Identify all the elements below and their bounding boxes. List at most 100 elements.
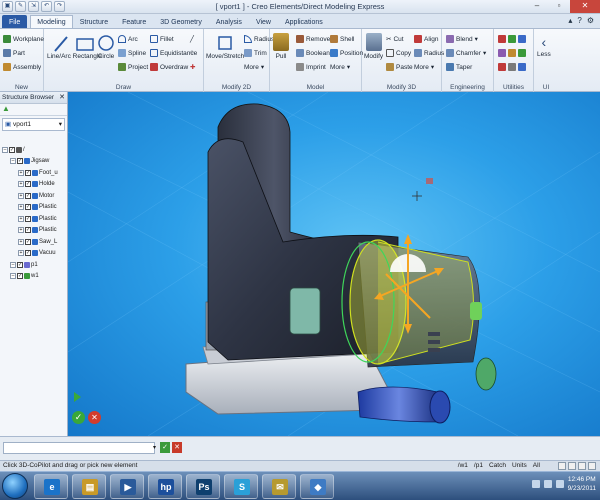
assembly-button[interactable]: Assembly — [3, 63, 41, 71]
tree-row[interactable]: + ✓ Saw_L — [0, 236, 68, 248]
taskbar-app-button[interactable]: ▶ — [110, 474, 144, 499]
expand-icon[interactable]: + — [18, 192, 24, 199]
minimize-icon[interactable]: – — [526, 0, 548, 13]
tab-analysis[interactable]: Analysis — [209, 15, 249, 28]
expand-icon[interactable]: + — [18, 169, 24, 176]
trigger-switch[interactable] — [289, 287, 321, 335]
expand-icon[interactable]: + — [18, 215, 24, 222]
part-button[interactable]: Part — [3, 49, 25, 57]
visibility-checkbox[interactable]: ✓ — [17, 158, 23, 165]
tab-applications[interactable]: Applications — [278, 15, 330, 28]
more-model-button[interactable]: More ▾ — [330, 63, 350, 72]
tree-row[interactable]: + ✓ Holde — [0, 179, 68, 191]
tree-row[interactable]: + ✓ Plastic — [0, 213, 68, 225]
arc-button[interactable]: Arc — [118, 35, 138, 43]
pin-icon[interactable]: ✕ — [59, 92, 65, 104]
expand-icon[interactable]: – — [2, 146, 8, 153]
status-part[interactable]: /p1 — [474, 461, 483, 471]
more-2d-button[interactable]: More ▾ — [244, 63, 264, 72]
taskbar-app-button[interactable]: ◆ — [300, 474, 334, 499]
settings-icon[interactable]: ⚙ — [587, 16, 594, 25]
windows-start-icon[interactable] — [2, 473, 28, 499]
modify-button[interactable]: Modify — [364, 33, 383, 60]
tab-view[interactable]: View — [249, 15, 278, 28]
visibility-checkbox[interactable]: ✓ — [25, 227, 31, 234]
chevron-down-icon[interactable]: ▾ — [59, 119, 62, 130]
tree-row[interactable]: – ✓ w1 — [0, 271, 68, 283]
tree-row[interactable]: – ✓ Jigsaw — [0, 156, 68, 168]
visibility-checkbox[interactable]: ✓ — [25, 192, 31, 199]
visibility-checkbox[interactable]: ✓ — [25, 181, 31, 188]
expand-icon[interactable]: – — [10, 261, 16, 268]
maximize-icon[interactable]: ▫ — [548, 0, 570, 13]
spline-button[interactable]: Spline — [118, 49, 146, 57]
tree-row[interactable]: + ✓ Motor — [0, 190, 68, 202]
close-icon[interactable]: ✕ — [570, 0, 600, 13]
expand-icon[interactable]: – — [10, 158, 16, 165]
overdraw-button[interactable]: Overdraw — [150, 63, 188, 71]
tab-modeling[interactable]: Modeling — [30, 15, 73, 28]
taskbar-app-button[interactable]: e — [34, 474, 68, 499]
toggle-box-icon[interactable] — [588, 462, 596, 470]
visibility-checkbox[interactable]: ✓ — [25, 250, 31, 257]
visibility-checkbox[interactable]: ✓ — [17, 273, 23, 280]
draw-tool-line[interactable]: ╱ — [190, 35, 194, 43]
project-button[interactable]: Project — [118, 63, 148, 71]
cancel-icon[interactable]: ✕ — [88, 411, 101, 424]
draw-tool-circle[interactable]: ○ — [190, 49, 194, 56]
copy-button[interactable]: Copy — [386, 49, 411, 57]
tree-row[interactable]: + ✓ Plastic — [0, 225, 68, 237]
ribbon-collapse-icon[interactable]: ▴ — [568, 16, 572, 25]
position-button[interactable]: Position — [330, 49, 363, 57]
tab-3d-geometry[interactable]: 3D Geometry — [153, 15, 209, 28]
tab-structure[interactable]: Structure — [73, 15, 115, 28]
workplane-button[interactable]: Workplane — [3, 35, 44, 43]
line-arc-rectangle-button[interactable]: Line/Arc Rectangle — [47, 33, 102, 60]
vacuum-hose[interactable] — [357, 386, 441, 423]
command-cancel-icon[interactable]: ✕ — [172, 442, 182, 453]
tree-row[interactable]: + ✓ Vacuu — [0, 248, 68, 260]
taskbar-app-button[interactable]: hp — [148, 474, 182, 499]
taskbar-app-button[interactable]: ▤ — [72, 474, 106, 499]
expand-icon[interactable]: + — [18, 250, 24, 257]
more-3d-button[interactable]: More ▾ — [414, 63, 434, 72]
utility-tool-1[interactable] — [498, 35, 526, 43]
tray-arrow-icon[interactable] — [531, 480, 540, 488]
filter-icon[interactable]: ▲ — [2, 104, 10, 113]
status-units[interactable]: Units — [512, 461, 527, 471]
tab-feature[interactable]: Feature — [115, 15, 153, 28]
volume-icon[interactable] — [555, 480, 564, 488]
boolean-button[interactable]: Boolean — [296, 49, 330, 57]
browser-search-field[interactable]: ▣ vport1 ▾ — [2, 118, 65, 131]
tree-row[interactable]: + ✓ Plastic — [0, 202, 68, 214]
jigsaw-model[interactable] — [68, 92, 600, 436]
tab-file[interactable]: File — [2, 15, 28, 28]
taper-button[interactable]: Taper — [446, 63, 472, 71]
circle-button[interactable]: Circle — [97, 33, 115, 60]
taskbar-app-button[interactable]: ✉ — [262, 474, 296, 499]
shell-button[interactable]: Shell — [330, 35, 354, 43]
chevron-down-icon[interactable]: ▾ — [153, 444, 156, 451]
play-icon[interactable] — [74, 392, 81, 402]
visibility-checkbox[interactable]: ✓ — [17, 261, 23, 268]
radius-3d-button[interactable]: Radius — [414, 49, 444, 57]
expand-icon[interactable]: + — [18, 181, 24, 188]
tree-row[interactable]: – ✓ / — [0, 144, 68, 156]
expand-icon[interactable]: + — [18, 238, 24, 245]
chamfer-button[interactable]: Chamfer ▾ — [446, 49, 486, 57]
cut-button[interactable]: ✂ Cut — [386, 35, 404, 44]
fillet-button[interactable]: Fillet — [150, 35, 174, 43]
utility-tool-2[interactable] — [498, 49, 526, 57]
paste-button[interactable]: Paste — [386, 63, 413, 71]
visibility-checkbox[interactable]: ✓ — [25, 215, 31, 222]
align-button[interactable]: Align — [414, 35, 438, 43]
visibility-checkbox[interactable]: ✓ — [25, 238, 31, 245]
status-workplane[interactable]: /w1 — [458, 461, 468, 471]
expand-icon[interactable]: + — [18, 204, 24, 211]
clock[interactable]: 12:46 PM 9/23/2011 — [568, 475, 596, 493]
3d-viewport[interactable]: ✓ ✕ — [68, 92, 600, 436]
end-cap[interactable] — [475, 357, 497, 391]
taskbar-app-button[interactable]: S — [224, 474, 258, 499]
visibility-checkbox[interactable]: ✓ — [9, 146, 15, 153]
confirm-icon[interactable]: ✓ — [72, 411, 85, 424]
